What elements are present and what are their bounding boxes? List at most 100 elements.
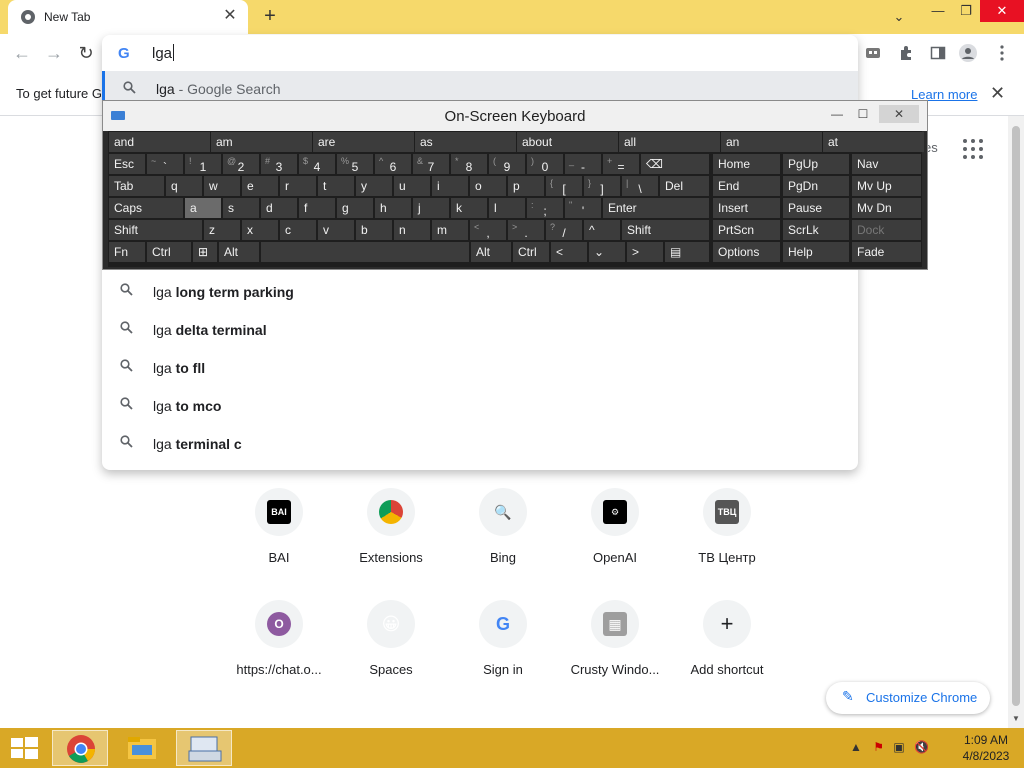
key-prtscn[interactable]: PrtScn (713, 220, 780, 240)
key-6[interactable]: ^ 6 (375, 154, 411, 174)
key-bracket-12[interactable]: }] (584, 176, 620, 196)
customize-chrome-button[interactable]: ✎ Customize Chrome (826, 682, 990, 714)
key-2[interactable]: @2 (223, 154, 259, 174)
key-i[interactable]: i (432, 176, 468, 196)
tab-search-icon[interactable]: ⌄ (888, 6, 910, 28)
key-pgdn[interactable]: PgDn (783, 176, 849, 196)
key-shift[interactable]: Shift (622, 220, 709, 240)
key-h[interactable]: h (375, 198, 411, 218)
key-k[interactable]: k (451, 198, 487, 218)
key-y[interactable]: y (356, 176, 392, 196)
key-m[interactable]: m (432, 220, 468, 240)
start-button[interactable] (0, 730, 48, 766)
key-w[interactable]: w (204, 176, 240, 196)
key-punct-8[interactable]: <, (470, 220, 506, 240)
osk-minimize-button[interactable]: — (831, 105, 843, 123)
shortcut-chat-openai[interactable]: Ohttps://chat.o... (223, 600, 335, 712)
key-5[interactable]: % 5 (337, 154, 373, 174)
key-b[interactable]: b (356, 220, 392, 240)
prediction-and[interactable]: and (109, 132, 210, 152)
key-options[interactable]: Options (713, 242, 780, 262)
key-mv-dn[interactable]: Mv Dn (852, 198, 921, 218)
shortcut-sign-in[interactable]: G Sign in (447, 600, 559, 712)
key-o[interactable]: o (470, 176, 506, 196)
key-t[interactable]: t (318, 176, 354, 196)
extension-icon[interactable] (862, 42, 884, 64)
key-n[interactable]: n (394, 220, 430, 240)
key-z[interactable]: z (204, 220, 240, 240)
windows-key-icon[interactable]: ⊞ (193, 242, 217, 262)
key-u[interactable]: u (394, 176, 430, 196)
shortcut-extensions[interactable]: Extensions (335, 488, 447, 600)
key-punct-11[interactable]: " ' (565, 198, 601, 218)
scrollbar-thumb[interactable] (1012, 126, 1020, 706)
key-0[interactable]: Esc (109, 154, 145, 174)
key-bracket-11[interactable]: {[ (546, 176, 582, 196)
prediction-all[interactable]: all (619, 132, 720, 152)
address-input[interactable]: lga (152, 44, 175, 62)
key-a[interactable]: a (185, 198, 221, 218)
key-fn[interactable]: Fn (109, 242, 145, 262)
key-context-menu[interactable]: ▤ (665, 242, 709, 262)
close-window-button[interactable]: ✕ (980, 0, 1024, 22)
key-f[interactable]: f (299, 198, 335, 218)
key-enter[interactable]: Enter (603, 198, 709, 218)
key-14[interactable]: ⌫ (641, 154, 709, 174)
key-g[interactable]: g (337, 198, 373, 218)
key-l[interactable]: l (489, 198, 525, 218)
taskbar-chrome[interactable] (52, 730, 108, 766)
key-end[interactable]: End (713, 176, 780, 196)
key-punct-10[interactable]: ? / (546, 220, 582, 240)
key-j[interactable]: j (413, 198, 449, 218)
osk-title-bar[interactable]: On-Screen Keyboard — ☐ ✕ (103, 101, 927, 131)
key-alt-right[interactable]: Alt (471, 242, 511, 262)
key-punct-10[interactable]: :; (527, 198, 563, 218)
info-bar-close-icon[interactable]: ✕ (990, 83, 1005, 104)
puzzle-icon[interactable] (895, 42, 917, 64)
key-fade[interactable]: Fade (852, 242, 921, 262)
page-scrollbar[interactable]: ▼ (1008, 116, 1024, 728)
key-bracket-13[interactable]: | \ (622, 176, 658, 196)
key-scrlk[interactable]: ScrLk (783, 220, 849, 240)
shortcut-add-shortcut[interactable]: + Add shortcut (671, 600, 783, 712)
address-bar[interactable]: G lga (102, 35, 858, 71)
prediction-an[interactable]: an (721, 132, 822, 152)
shortcut-bing[interactable]: 🔍 Bing (447, 488, 559, 600)
tab-new-tab[interactable]: New Tab ✕ (8, 0, 248, 34)
osk-close-button[interactable]: ✕ (879, 105, 919, 123)
key-home[interactable]: Home (713, 154, 780, 174)
suggestion-item[interactable]: lga to mco (102, 387, 858, 425)
tray-up-arrow-icon[interactable]: ▲ (850, 740, 862, 754)
key-1[interactable]: ! 1 (185, 154, 221, 174)
key-dock[interactable]: Dock (852, 220, 921, 240)
key-p[interactable]: p (508, 176, 544, 196)
shortcut-tv-center[interactable]: ТВЦ ТВ Центр (671, 488, 783, 600)
key-3[interactable]: #3 (261, 154, 297, 174)
key-7[interactable]: & 7 (413, 154, 449, 174)
key-up-arrow[interactable]: ^ (584, 220, 620, 240)
suggestion-item[interactable]: lga delta terminal (102, 311, 858, 349)
scroll-down-arrow-icon[interactable]: ▼ (1012, 714, 1020, 723)
key-del[interactable]: Del (660, 176, 709, 196)
taskbar-file-explorer[interactable] (114, 730, 170, 766)
key-ctrl[interactable]: Ctrl (147, 242, 191, 262)
key-shift[interactable]: Shift (109, 220, 202, 240)
key-down-arrow[interactable]: ⌄ (589, 242, 625, 262)
key-right-arrow[interactable]: > (627, 242, 663, 262)
key-q[interactable]: q (166, 176, 202, 196)
profile-avatar-icon[interactable] (957, 42, 979, 64)
prediction-are[interactable]: are (313, 132, 414, 152)
new-tab-button[interactable]: + (258, 6, 282, 28)
key-9[interactable]: (9 (489, 154, 525, 174)
taskbar-on-screen-keyboard[interactable] (176, 730, 232, 766)
suggestion-item[interactable]: lga long term parking (102, 273, 858, 311)
key-help[interactable]: Help (783, 242, 849, 262)
prediction-at[interactable]: at (823, 132, 924, 152)
back-button[interactable]: ← (10, 41, 34, 65)
taskbar-clock[interactable]: 1:09 AM 4/8/2023 (955, 732, 1017, 764)
key-mv-up[interactable]: Mv Up (852, 176, 921, 196)
key-v[interactable]: v (318, 220, 354, 240)
suggestion-item[interactable]: lga terminal c (102, 425, 858, 463)
key-`[interactable]: ~ ` (147, 154, 183, 174)
key-nav[interactable]: Nav (852, 154, 921, 174)
